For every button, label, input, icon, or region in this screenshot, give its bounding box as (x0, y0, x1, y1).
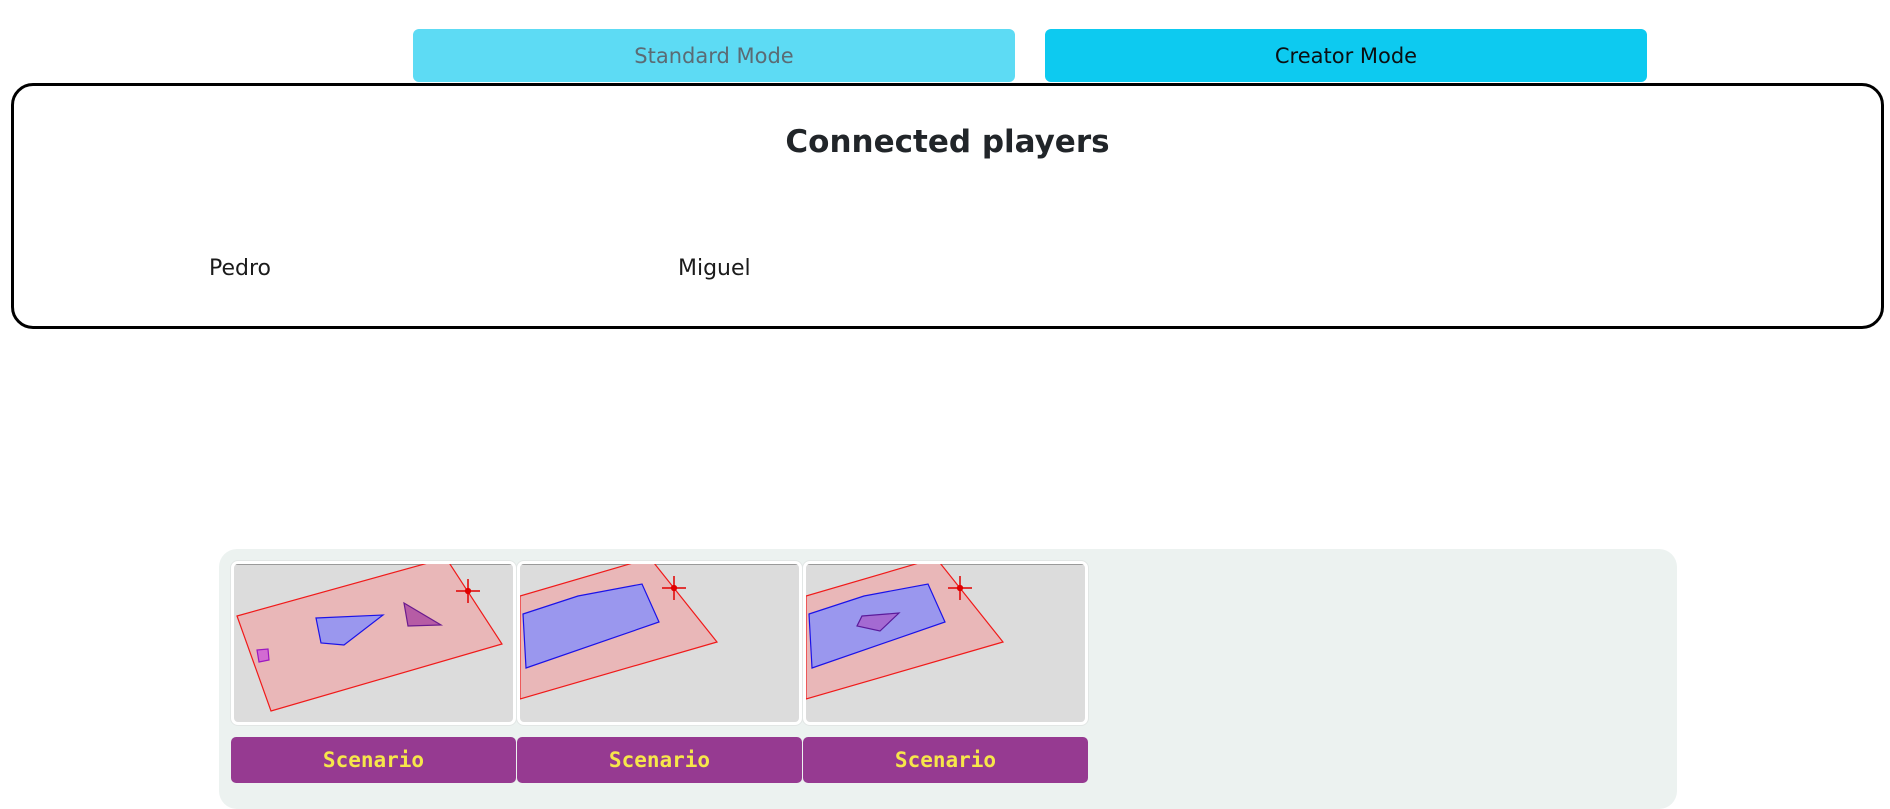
panel-title: Connected players (785, 124, 1110, 160)
connected-players-panel: Connected players Pedro Miguel (11, 83, 1884, 329)
creator-mode-button[interactable]: Creator Mode (1045, 29, 1647, 82)
player-marker (256, 648, 270, 663)
scenario-button[interactable]: Scenario (517, 737, 802, 783)
scenario-card: Scenario (803, 561, 1088, 783)
scenario-button[interactable]: Scenario (803, 737, 1088, 783)
player-name: Pedro (209, 256, 272, 281)
scenario-tray: Scenario Scenario Scenario (219, 549, 1677, 809)
scenario-thumbnail[interactable] (803, 561, 1088, 725)
mode-selector: Standard Mode Creator Mode (413, 29, 1649, 82)
scenario-card: Scenario (231, 561, 516, 783)
scenario-card: Scenario (517, 561, 802, 783)
player-name: Miguel (678, 256, 751, 281)
scenario-thumbnail[interactable] (231, 561, 516, 725)
scenario-thumbnail[interactable] (517, 561, 802, 725)
scenario-map (520, 564, 799, 722)
scenario-map (806, 564, 1085, 722)
standard-mode-button[interactable]: Standard Mode (413, 29, 1015, 82)
scenario-map (234, 564, 513, 722)
scenario-button[interactable]: Scenario (231, 737, 516, 783)
